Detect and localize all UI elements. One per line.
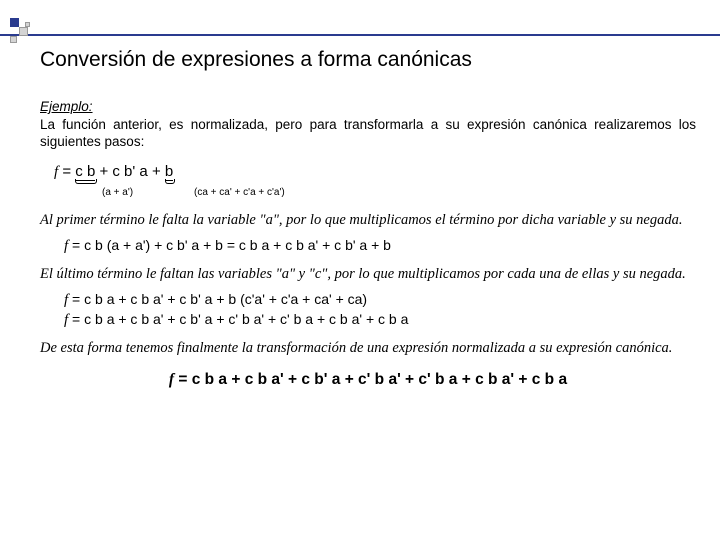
final-text: = c b a + c b a' + c b' a + c' b a' + c'… (174, 371, 567, 388)
eq2-text: = c b (a + a') + c b' a + b = c b a + c … (68, 237, 391, 253)
eq1-pre: = (58, 163, 75, 180)
page-title: Conversión de expresiones a forma canóni… (40, 48, 696, 72)
equation-2: f = c b (a + a') + c b' a + b = c b a + … (64, 237, 696, 255)
equation-3: f = c b a + c b a' + c b' a + b (c'a' + … (64, 291, 696, 309)
annotation-2: (ca + ca' + c'a + c'a') (194, 187, 285, 198)
eq1-term2: b (165, 163, 173, 181)
example-label: Ejemplo: (40, 99, 93, 114)
explain-1: Al primer término le falta la variable "… (40, 211, 696, 229)
eq4-text: = c b a + c b a' + c b' a + c' b a' + c'… (68, 311, 408, 327)
header-line (0, 34, 720, 36)
square-icon (25, 22, 30, 27)
slide-content: Conversión de expresiones a forma canóni… (40, 48, 696, 389)
header-decoration (0, 18, 720, 46)
square-icon (19, 27, 28, 36)
intro-paragraph: Ejemplo: La función anterior, es normali… (40, 98, 696, 151)
equation-final: f = c b a + c b a' + c b' a + c' b a' + … (40, 371, 696, 389)
square-icon (10, 36, 17, 43)
square-icon (10, 18, 19, 27)
conclusion: De esta forma tenemos finalmente la tran… (40, 339, 696, 357)
equation-1: f = c b + c b' a + b (54, 163, 696, 181)
eq1-term1: c b (75, 163, 95, 181)
equation-4: f = c b a + c b a' + c b' a + c' b a' + … (64, 311, 696, 329)
eq1-mid: + c b' a + (95, 163, 165, 180)
annotation-1: (a + a') (102, 187, 133, 198)
explain-2: El último término le faltan las variable… (40, 265, 696, 283)
eq3-text: = c b a + c b a' + c b' a + b (c'a' + c'… (68, 291, 367, 307)
intro-text: La función anterior, es normalizada, per… (40, 117, 696, 150)
annotation-row: (a + a') (ca + ca' + c'a + c'a') (54, 187, 696, 201)
